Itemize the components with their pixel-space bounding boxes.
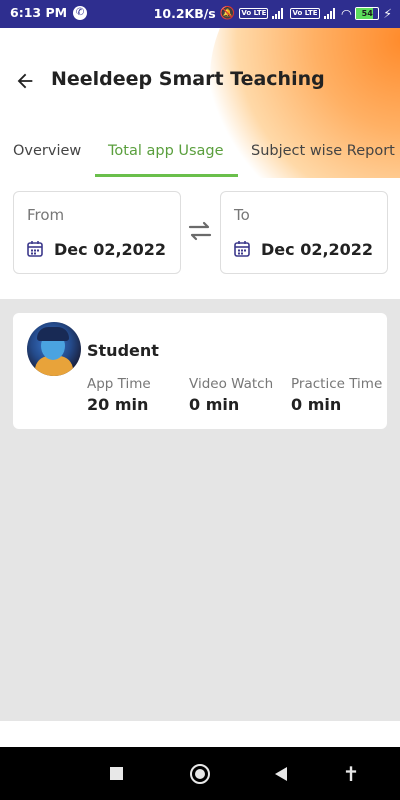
stat-value: 0 min — [189, 395, 240, 414]
student-usage-card[interactable]: Student App Time 20 min Video Watch 0 mi… — [13, 313, 387, 429]
signal-icon-2 — [323, 7, 338, 19]
back-arrow-icon — [17, 73, 33, 89]
tab-total-app-usage[interactable]: Total app Usage — [108, 143, 224, 159]
accessibility-icon: ✝ — [342, 762, 360, 786]
accessibility-button[interactable]: ✝ — [338, 761, 364, 787]
volte-icon-2: Vo LTE — [290, 7, 320, 19]
network-speed: 10.2KB/s — [153, 5, 216, 21]
bottom-strip — [0, 721, 400, 747]
tab-subject-wise-report[interactable]: Subject wise Report — [251, 143, 395, 159]
to-date-value: Dec 02,2022 — [261, 240, 374, 259]
system-nav-bar: ✝ — [0, 747, 400, 800]
stat-label: Video Watch — [189, 376, 274, 392]
wifi-icon: ◠ — [341, 5, 352, 21]
calendar-icon — [234, 241, 250, 257]
to-date-picker[interactable]: To Dec 02,2022 — [220, 191, 388, 274]
stat-value: 20 min — [87, 395, 149, 414]
calendar-icon — [27, 241, 43, 257]
square-icon — [110, 767, 123, 780]
stat-value: 0 min — [291, 395, 342, 414]
status-time: 6:13 PM — [10, 5, 68, 20]
signal-icon — [272, 7, 286, 19]
swap-icon[interactable] — [186, 219, 214, 243]
phone-call-icon: ✆ — [73, 5, 88, 20]
status-bar: 6:13 PM ✆ 10.2KB/s 🔕 Vo LTE Vo LTE ◠ 54 … — [0, 0, 400, 28]
charging-icon: ⚡ — [383, 5, 392, 21]
nav-back-button[interactable] — [270, 761, 296, 787]
to-label: To — [234, 206, 250, 224]
tab-bar: Overview Total app Usage Subject wise Re… — [0, 133, 400, 179]
student-name: Student — [87, 341, 159, 360]
triangle-back-icon — [275, 767, 287, 781]
stat-label: App Time — [87, 376, 151, 392]
active-tab-indicator — [95, 174, 238, 177]
from-label: From — [27, 206, 65, 224]
back-button[interactable] — [10, 68, 40, 94]
stat-video-watch: Video Watch 0 min — [189, 376, 273, 414]
from-date-picker[interactable]: From Dec 02,2022 — [13, 191, 181, 274]
avatar — [27, 322, 81, 376]
recent-apps-button[interactable] — [104, 761, 130, 787]
battery-level: 54 — [361, 8, 373, 18]
circle-icon — [190, 764, 210, 784]
page-title: Neeldeep Smart Teaching — [51, 68, 325, 90]
tab-overview[interactable]: Overview — [13, 143, 81, 159]
battery-icon: 54 — [355, 6, 380, 20]
mute-icon: 🔕 — [219, 5, 236, 20]
volte-icon: Vo LTE — [239, 7, 269, 19]
stat-label: Practice Time — [291, 376, 383, 392]
stat-app-time: App Time 20 min — [87, 376, 151, 414]
home-button[interactable] — [187, 761, 213, 787]
from-date-value: Dec 02,2022 — [54, 240, 167, 259]
stat-practice-time: Practice Time 0 min — [291, 376, 382, 414]
